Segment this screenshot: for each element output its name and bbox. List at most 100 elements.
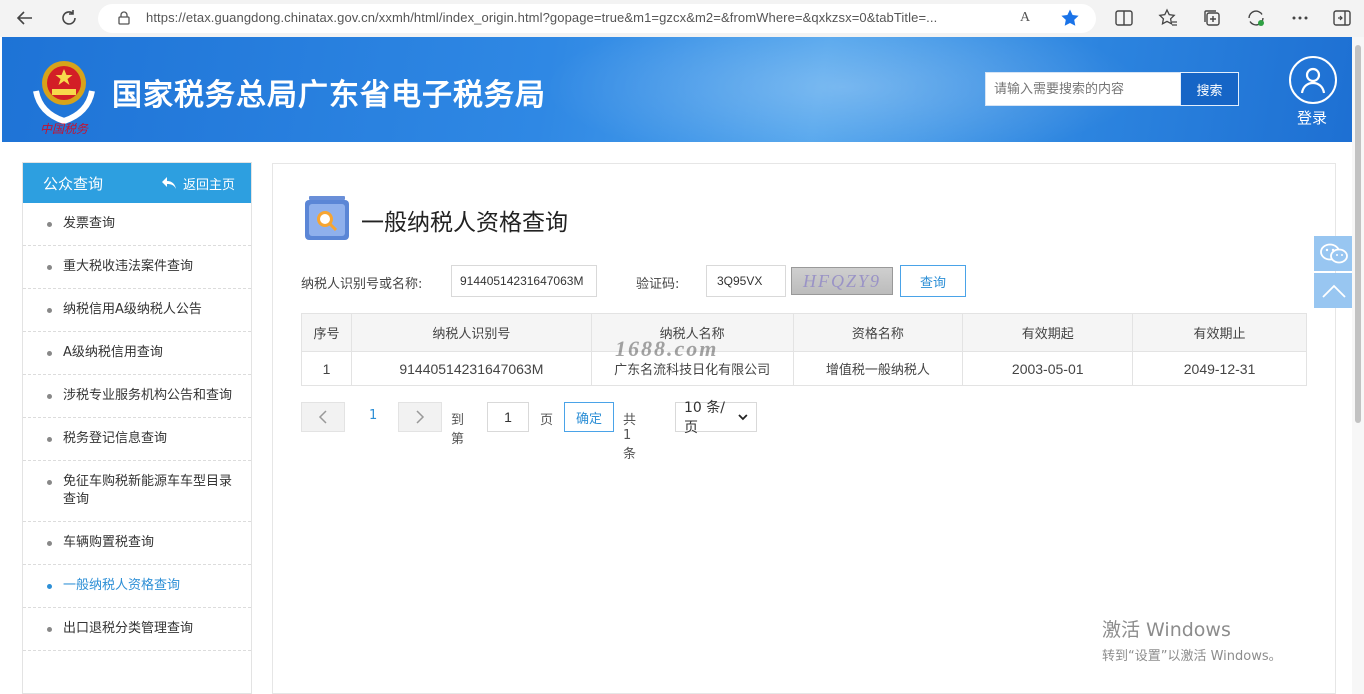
query-button[interactable]: 查询 xyxy=(900,265,966,297)
user-avatar-icon[interactable] xyxy=(1289,56,1337,104)
address-bar[interactable]: https://etax.guangdong.chinatax.gov.cn/x… xyxy=(98,4,1096,33)
more-options-icon[interactable] xyxy=(1290,8,1310,28)
emblem-caption: 中国税务 xyxy=(40,122,89,135)
page-scrollbar[interactable] xyxy=(1352,37,1364,694)
site-search-input[interactable] xyxy=(985,72,1181,106)
prev-page-button[interactable] xyxy=(301,402,345,432)
bullet-dot-icon xyxy=(47,394,52,399)
split-screen-icon[interactable] xyxy=(1114,8,1134,28)
table-cell: 2003-05-01 xyxy=(962,351,1134,386)
table-row: 1 91440514231647063M 广东名流科技日化有限公司 增值税一般纳税人 2… xyxy=(301,351,1307,386)
search-button[interactable]: 搜索 xyxy=(1180,72,1239,106)
browser-toolbar: https://etax.guangdong.chinatax.gov.cn/x… xyxy=(0,0,1364,37)
bullet-dot-icon xyxy=(47,437,52,442)
bullet-dot-icon xyxy=(47,627,52,632)
public-query-sidebar: 公众查询 返回主页 发票查询重大税收违法案件查询 纳税信用A级纳税人公告 A级纳税信… xyxy=(22,162,252,694)
back-icon[interactable] xyxy=(14,7,36,29)
column-header: 序号 xyxy=(301,313,352,352)
wechat-icon[interactable] xyxy=(1314,236,1354,271)
sidebar-item-label: 重大税收违法案件查询 xyxy=(63,259,194,274)
bullet-dot-icon xyxy=(47,265,52,270)
bullet-dot-icon xyxy=(47,351,52,356)
sidebar-item[interactable]: 涉税专业服务机构公告和查询 xyxy=(23,375,251,418)
captcha-image[interactable]: HFQZY9 xyxy=(791,267,893,295)
bullet-dot-icon xyxy=(47,541,52,546)
sidebar-item-label: 涉税专业服务机构公告和查询 xyxy=(63,388,233,403)
column-header: 资格名称 xyxy=(792,313,964,352)
current-page-number[interactable]: 1 xyxy=(369,408,377,423)
captcha-input[interactable]: 3Q95VX xyxy=(706,265,786,297)
activation-hint: 转到“设置”以激活 Windows。 xyxy=(1102,649,1282,664)
sidebar-item[interactable]: 一般纳税人资格查询 xyxy=(23,565,251,608)
back-home-link[interactable]: 返回主页 xyxy=(161,174,235,193)
sidebar-item[interactable]: A级纳税信用查询 xyxy=(23,332,251,375)
chevron-down-icon xyxy=(738,414,748,421)
sidebar-item-label: 一般纳税人资格查询 xyxy=(63,578,181,593)
sidebar-title: 公众查询 xyxy=(43,174,104,193)
sidebar-toggle-icon[interactable] xyxy=(1332,8,1352,28)
total-count: 共 1 条 xyxy=(623,413,637,462)
page-size-value: 10 条/页 xyxy=(684,400,725,436)
sidebar-item-label: 税务登记信息查询 xyxy=(63,431,168,446)
sidebar-item[interactable]: 重大税收违法案件查询 xyxy=(23,246,251,289)
table-cell: 增值税一般纳税人 xyxy=(792,351,964,386)
back-home-label: 返回主页 xyxy=(182,177,235,193)
favorites-icon[interactable] xyxy=(1158,8,1178,28)
sidebar-item[interactable]: 免征车购税新能源车车型目录查询 xyxy=(23,461,251,522)
column-header: 有效期起 xyxy=(962,313,1134,352)
sidebar-header: 公众查询 返回主页 xyxy=(23,163,251,203)
sidebar-item-label: 纳税信用A级纳税人公告 xyxy=(63,302,202,317)
sidebar-item-label: 车辆购置税查询 xyxy=(63,535,155,550)
sidebar-item-label: A级纳税信用查询 xyxy=(63,345,163,360)
tax-emblem-logo: 中国税务 xyxy=(30,51,98,136)
goto-page-input[interactable]: 1 xyxy=(487,402,529,432)
scrollbar-thumb[interactable] xyxy=(1355,45,1361,423)
page-unit-label: 页 xyxy=(540,413,554,428)
goto-label: 到第 xyxy=(451,413,465,447)
search-page-icon xyxy=(303,194,351,242)
sidebar-item-label: 出口退税分类管理查询 xyxy=(63,621,194,636)
table-cell: 1 xyxy=(301,351,352,386)
bullet-dot-icon xyxy=(47,480,52,485)
bullet-dot-icon xyxy=(47,584,52,589)
sidebar-item[interactable]: 车辆购置税查询 xyxy=(23,522,251,565)
activation-title: 激活 Windows xyxy=(1102,619,1231,641)
chevron-right-icon xyxy=(416,410,425,424)
table-body: 1 91440514231647063M 广东名流科技日化有限公司 增值税一般纳税人 2… xyxy=(301,351,1307,386)
favorite-star-icon[interactable] xyxy=(1060,8,1080,32)
sidebar-item[interactable]: 发票查询 xyxy=(23,203,251,246)
result-table: 序号 纳税人识别号 纳税人名称 资格名称 有效期起 有效期止 1 9144051423164… xyxy=(301,313,1307,386)
collections-icon[interactable] xyxy=(1202,8,1222,28)
site-header: 中国税务 国家税务总局广东省电子税务局 搜索 登录 xyxy=(2,37,1362,142)
table-cell: 91440514231647063M xyxy=(350,351,592,386)
goto-confirm-button[interactable]: 确定 xyxy=(564,402,614,432)
page-size-select[interactable]: 10 条/页 xyxy=(675,400,757,436)
sidebar-item[interactable]: 出口退税分类管理查询 xyxy=(23,608,251,651)
column-header: 纳税人识别号 xyxy=(350,313,592,352)
sidebar-menu: 发票查询重大税收违法案件查询 纳税信用A级纳税人公告 A级纳税信用查询涉税专业服务机… xyxy=(23,203,251,651)
read-aloud-icon[interactable]: A xyxy=(1020,10,1030,26)
floating-toolbar xyxy=(1314,236,1354,310)
sidebar-item[interactable]: 纳税信用A级纳税人公告 xyxy=(23,289,251,332)
performance-icon[interactable] xyxy=(1246,8,1266,28)
column-header: 有效期止 xyxy=(1132,313,1307,352)
url-text[interactable]: https://etax.guangdong.chinatax.gov.cn/x… xyxy=(146,10,1012,25)
captcha-label: 验证码: xyxy=(636,277,680,292)
sidebar-item-label: 发票查询 xyxy=(63,216,116,231)
page-title: 一般纳税人资格查询 xyxy=(361,210,568,236)
back-to-top-icon[interactable] xyxy=(1314,273,1354,308)
taxid-input[interactable]: 91440514231647063M xyxy=(451,265,597,297)
bullet-dot-icon xyxy=(47,308,52,313)
sidebar-item[interactable]: 税务登记信息查询 xyxy=(23,418,251,461)
table-header-row: 序号 纳税人识别号 纳税人名称 资格名称 有效期起 有效期止 xyxy=(301,313,1307,352)
next-page-button[interactable] xyxy=(398,402,442,432)
site-title: 国家税务总局广东省电子税务局 xyxy=(112,78,546,113)
taxid-label: 纳税人识别号或名称: xyxy=(301,277,423,292)
chevron-left-icon xyxy=(318,410,327,424)
sidebar-item-label: 免征车购税新能源车车型目录查询 xyxy=(63,474,233,507)
site-watermark: 1688.com xyxy=(615,336,719,361)
reload-icon[interactable] xyxy=(58,7,80,29)
lock-icon[interactable] xyxy=(116,10,132,26)
bullet-dot-icon xyxy=(47,222,52,227)
login-link[interactable]: 登录 xyxy=(1297,107,1327,128)
